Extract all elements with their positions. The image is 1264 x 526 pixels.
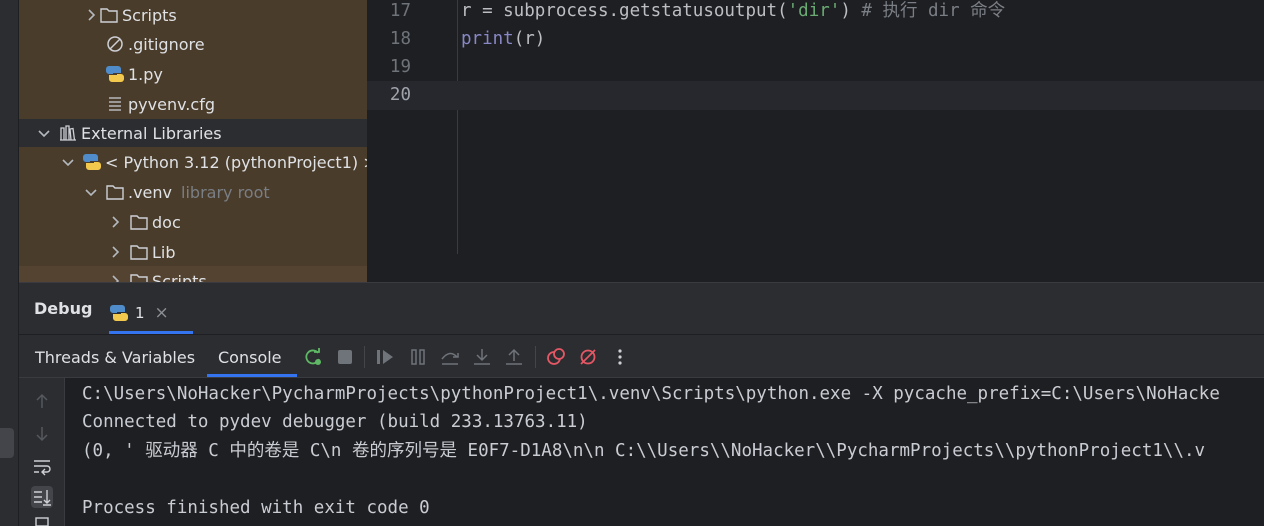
step-out-icon[interactable] <box>504 347 524 367</box>
tree-item-lib[interactable]: Lib <box>19 237 367 267</box>
tab-console[interactable]: Console <box>218 348 282 367</box>
print-icon[interactable] <box>31 516 53 526</box>
code-line[interactable]: 18 print(r) <box>367 25 1264 54</box>
tab-threads-variables[interactable]: Threads & Variables <box>35 348 195 367</box>
tool-strip-button[interactable] <box>0 428 14 458</box>
line-number: 18 <box>389 29 411 49</box>
tree-item-1py[interactable]: 1.py <box>19 59 367 89</box>
tree-item-scripts-2[interactable]: Scripts <box>19 266 367 282</box>
folder-icon <box>130 274 148 282</box>
step-over-icon[interactable] <box>440 347 460 367</box>
library-root-hint: library root <box>181 182 270 202</box>
console-line: Process finished with exit code 0 <box>82 498 430 518</box>
line-number: 19 <box>389 57 411 77</box>
chevron-down-icon[interactable] <box>60 154 76 170</box>
debug-toolbar: Threads & Variables Console <box>19 335 1264 378</box>
console-gutter <box>19 378 65 526</box>
chevron-down-icon[interactable] <box>36 125 52 141</box>
tree-item-label: .gitignore <box>128 34 205 54</box>
code-line-current[interactable]: 20 <box>367 81 1264 110</box>
run-tab-label: 1 <box>135 304 145 322</box>
tree-item-label: Scripts <box>122 5 177 25</box>
active-tab-indicator <box>109 331 193 334</box>
toolbar-separator <box>535 346 536 368</box>
tree-item-label: 1.py <box>128 64 163 84</box>
tree-item-label: Scripts <box>152 271 207 283</box>
step-into-icon[interactable] <box>472 347 492 367</box>
code-token-comment: # 执行 dir 命令 <box>861 1 1006 21</box>
active-tab-indicator <box>207 374 297 377</box>
tree-item-scripts[interactable]: Scripts <box>19 0 367 30</box>
python-icon <box>83 154 101 170</box>
ignored-file-icon <box>107 36 123 52</box>
close-tab-icon[interactable]: × <box>155 303 169 323</box>
arrow-down-icon[interactable] <box>31 423 53 445</box>
line-number: 20 <box>389 85 411 105</box>
more-icon[interactable] <box>610 347 630 367</box>
code-editor[interactable]: 17 r = subprocess.getstatusoutput('dir')… <box>367 0 1264 282</box>
code-token-string: 'dir' <box>787 1 841 21</box>
chevron-right-icon[interactable] <box>107 214 123 230</box>
tree-item-label: External Libraries <box>81 123 222 143</box>
tree-item-python-sdk[interactable]: < Python 3.12 (pythonProject1) > <box>19 147 367 177</box>
debug-title: Debug <box>34 299 93 318</box>
debug-header: Debug 1 × <box>19 283 1264 335</box>
chevron-right-icon[interactable] <box>107 273 123 282</box>
project-tree: Scripts .gitignore 1.py pyvenv.cfg Exter… <box>19 0 367 282</box>
folder-icon <box>100 8 118 23</box>
stop-icon[interactable] <box>335 347 355 367</box>
library-icon <box>60 125 76 141</box>
console-output[interactable]: C:\Users\NoHacker\PycharmProjects\python… <box>66 378 1264 526</box>
console-line: C:\Users\NoHacker\PycharmProjects\python… <box>82 384 1220 404</box>
code-text: print(r) <box>461 25 545 54</box>
folder-icon <box>130 245 148 260</box>
chevron-right-icon[interactable] <box>107 244 123 260</box>
chevron-right-icon[interactable] <box>83 7 99 23</box>
scroll-to-end-icon[interactable] <box>31 486 53 508</box>
tree-item-label: pyvenv.cfg <box>128 94 215 114</box>
code-token: (r) <box>513 29 546 49</box>
text-file-icon <box>109 97 121 111</box>
console-line: Connected to pydev debugger (build 233.1… <box>82 412 588 432</box>
arrow-up-icon[interactable] <box>31 390 53 412</box>
chevron-down-icon[interactable] <box>83 184 99 200</box>
debug-panel: Debug 1 × Threads & Variables Console C:… <box>19 282 1264 526</box>
left-tool-strip <box>0 0 19 526</box>
folder-icon <box>106 185 124 200</box>
console-line: (0, ' 驱动器 C 中的卷是 C\n 卷的序列号是 E0F7-D1A8\n\… <box>82 441 1206 461</box>
code-token-builtin: print <box>461 29 514 49</box>
tree-item-external-libraries[interactable]: External Libraries <box>19 118 367 148</box>
toolbar-separator <box>364 346 365 368</box>
tree-item-label: Lib <box>152 242 176 262</box>
tree-item-doc[interactable]: doc <box>19 207 367 237</box>
view-breakpoints-icon[interactable] <box>546 347 566 367</box>
tree-item-label: < Python 3.12 (pythonProject1) > <box>105 152 367 172</box>
pause-icon[interactable] <box>408 347 428 367</box>
resume-icon[interactable] <box>375 347 395 367</box>
tree-item-label: doc <box>152 212 181 232</box>
tree-item-label: .venv <box>128 182 173 202</box>
code-line[interactable]: 19 <box>367 53 1264 82</box>
code-token: ) <box>840 1 862 21</box>
tree-item-pyvenv[interactable]: pyvenv.cfg <box>19 89 367 119</box>
tree-item-venv[interactable]: .venv library root <box>19 177 367 207</box>
mute-breakpoints-icon[interactable] <box>578 347 598 367</box>
code-text: r = subprocess.getstatusoutput('dir') # … <box>461 0 1005 26</box>
run-config-tab[interactable]: 1 × <box>109 293 193 333</box>
rerun-icon[interactable] <box>303 347 323 367</box>
tree-item-gitignore[interactable]: .gitignore <box>19 29 367 59</box>
soft-wrap-icon[interactable] <box>31 456 53 478</box>
code-token: r = subprocess.getstatusoutput( <box>461 1 788 21</box>
python-file-icon <box>106 66 124 82</box>
folder-icon <box>130 215 148 230</box>
python-debug-icon <box>110 305 128 321</box>
line-number: 17 <box>389 1 411 21</box>
tool-strip-button[interactable] <box>0 478 14 508</box>
code-line[interactable]: 17 r = subprocess.getstatusoutput('dir')… <box>367 0 1264 26</box>
